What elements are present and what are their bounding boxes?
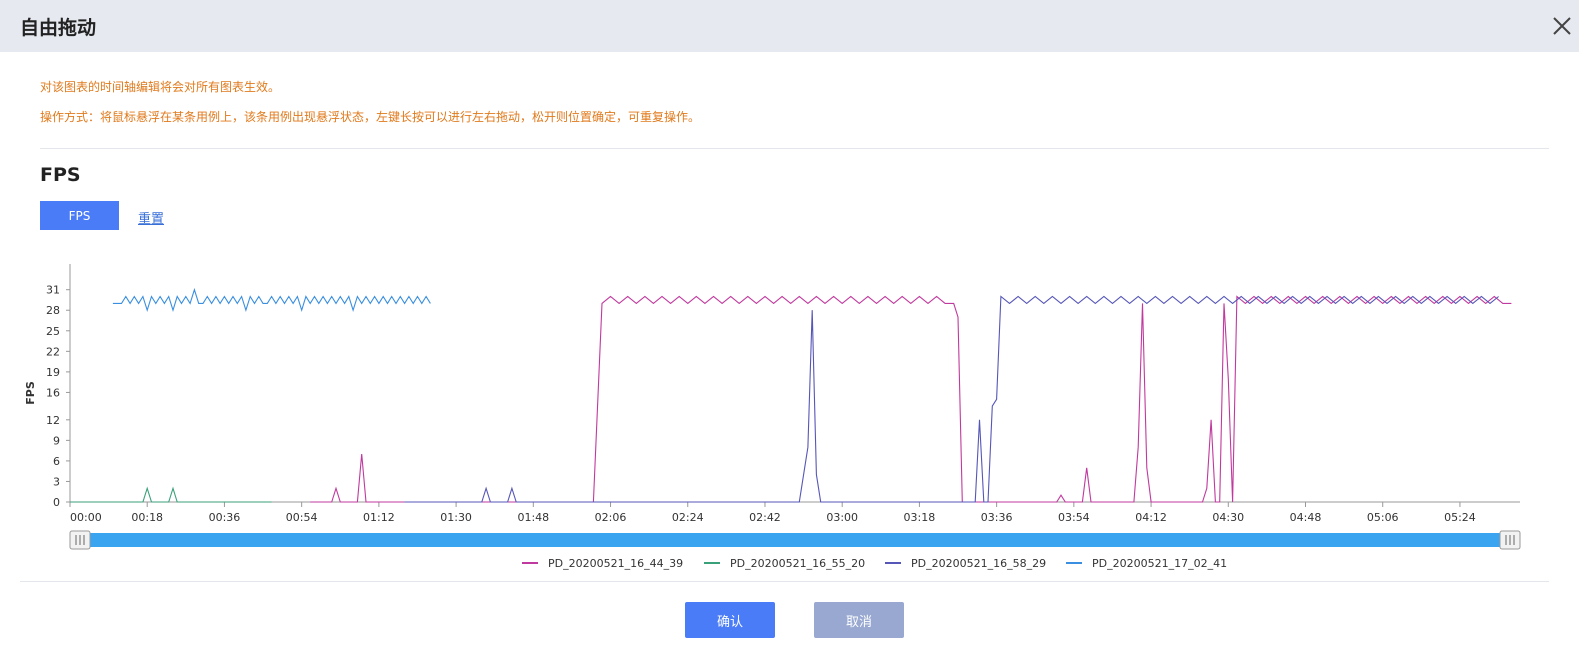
legend-item[interactable]: PD_20200521_16_55_20 bbox=[704, 557, 865, 570]
y-tick-label: 3 bbox=[53, 475, 60, 488]
legend-label: PD_20200521_17_02_41 bbox=[1092, 557, 1227, 570]
y-tick-label: 12 bbox=[46, 414, 60, 427]
legend-label: PD_20200521_16_55_20 bbox=[730, 557, 865, 570]
slider-handle-left[interactable] bbox=[69, 530, 91, 550]
series-line-2[interactable] bbox=[70, 486, 272, 503]
reset-link[interactable]: 重置 bbox=[138, 208, 164, 227]
divider bbox=[40, 148, 1549, 149]
fps-chart[interactable]: 036912161922252831FPS 00:00 00:18 00:36 00:… bbox=[0, 250, 1579, 585]
x-tick-label: 00:00 bbox=[70, 511, 102, 524]
y-tick-label: 19 bbox=[46, 366, 60, 379]
x-tick-label: 00:18 bbox=[131, 511, 163, 524]
x-tick-label: 04:48 bbox=[1290, 511, 1322, 524]
x-tick-label: 01:30 bbox=[440, 511, 472, 524]
legend-item[interactable]: PD_20200521_17_02_41 bbox=[1066, 557, 1227, 570]
y-tick-label: 9 bbox=[53, 434, 60, 447]
x-tick-label: 04:12 bbox=[1135, 511, 1167, 524]
y-tick-label: 31 bbox=[46, 284, 60, 297]
cancel-button[interactable]: 取消 bbox=[814, 602, 904, 638]
y-tick-label: 22 bbox=[46, 345, 60, 358]
legend-item[interactable]: PD_20200521_16_58_29 bbox=[885, 557, 1046, 570]
legend-label: PD_20200521_16_58_29 bbox=[911, 557, 1046, 570]
legend[interactable]: PD_20200521_16_44_39 PD_20200521_16_55_20… bbox=[522, 557, 1227, 570]
x-tick-label: 02:42 bbox=[749, 511, 781, 524]
y-tick-label: 16 bbox=[46, 386, 60, 399]
x-tick-label: 01:48 bbox=[517, 511, 549, 524]
range-slider[interactable] bbox=[69, 530, 1521, 550]
y-tick-label: 6 bbox=[53, 455, 60, 468]
x-tick-label: 02:24 bbox=[672, 511, 704, 524]
x-tick-label: 01:12 bbox=[363, 511, 395, 524]
x-tick-label: 02:06 bbox=[595, 511, 627, 524]
x-tick-label: 03:54 bbox=[1058, 511, 1090, 524]
x-tick-label: 05:24 bbox=[1444, 511, 1476, 524]
series-layer[interactable] bbox=[70, 287, 1512, 503]
x-tick-label: 03:18 bbox=[904, 511, 936, 524]
y-tick-label: 28 bbox=[46, 304, 60, 317]
close-icon[interactable] bbox=[1550, 14, 1574, 38]
series-line-4[interactable] bbox=[112, 287, 431, 313]
x-tick-label: 03:00 bbox=[826, 511, 858, 524]
series-line-3[interactable] bbox=[404, 295, 1499, 503]
dialog-title: 自由拖动 bbox=[20, 17, 97, 39]
y-axis: 0 3 6 9 12 16 19 22 25 28 31 FPS bbox=[24, 264, 71, 509]
dialog-header: 自由拖动 bbox=[0, 0, 1579, 52]
notice-line-1: 对该图表的时间轴编辑将会对所有图表生效。 bbox=[40, 80, 281, 94]
x-tick-label: 00:36 bbox=[209, 511, 241, 524]
legend-item[interactable]: PD_20200521_16_44_39 bbox=[522, 557, 683, 570]
divider bbox=[20, 581, 1549, 582]
x-tick-label: 05:06 bbox=[1367, 511, 1399, 524]
x-axis: 00:00 00:18 00:36 00:54 01:12 01:30 01:48 02:06… bbox=[69, 501, 1520, 524]
y-axis-label: FPS bbox=[24, 381, 37, 405]
series-line-1[interactable] bbox=[310, 295, 1512, 503]
legend-label: PD_20200521_16_44_39 bbox=[548, 557, 683, 570]
drag-dialog: 自由拖动 对该图表的时间轴编辑将会对所有图表生效。 操作方式：将鼠标悬浮在某条用… bbox=[0, 0, 1579, 654]
confirm-button[interactable]: 确认 bbox=[685, 602, 775, 638]
slider-handle-right[interactable] bbox=[1499, 530, 1521, 550]
slider-track[interactable] bbox=[70, 533, 1520, 547]
x-tick-label: 00:54 bbox=[286, 511, 318, 524]
y-tick-label: 25 bbox=[46, 325, 60, 338]
x-tick-label: 04:30 bbox=[1212, 511, 1244, 524]
notice-line-2: 操作方式：将鼠标悬浮在某条用例上，该条用例出现悬浮状态，左键长按可以进行左右拖动… bbox=[40, 110, 701, 124]
tab-fps[interactable]: FPS bbox=[40, 201, 119, 230]
x-tick-label: 03:36 bbox=[981, 511, 1013, 524]
y-tick-label: 0 bbox=[53, 496, 60, 509]
section-title: FPS bbox=[40, 164, 81, 186]
